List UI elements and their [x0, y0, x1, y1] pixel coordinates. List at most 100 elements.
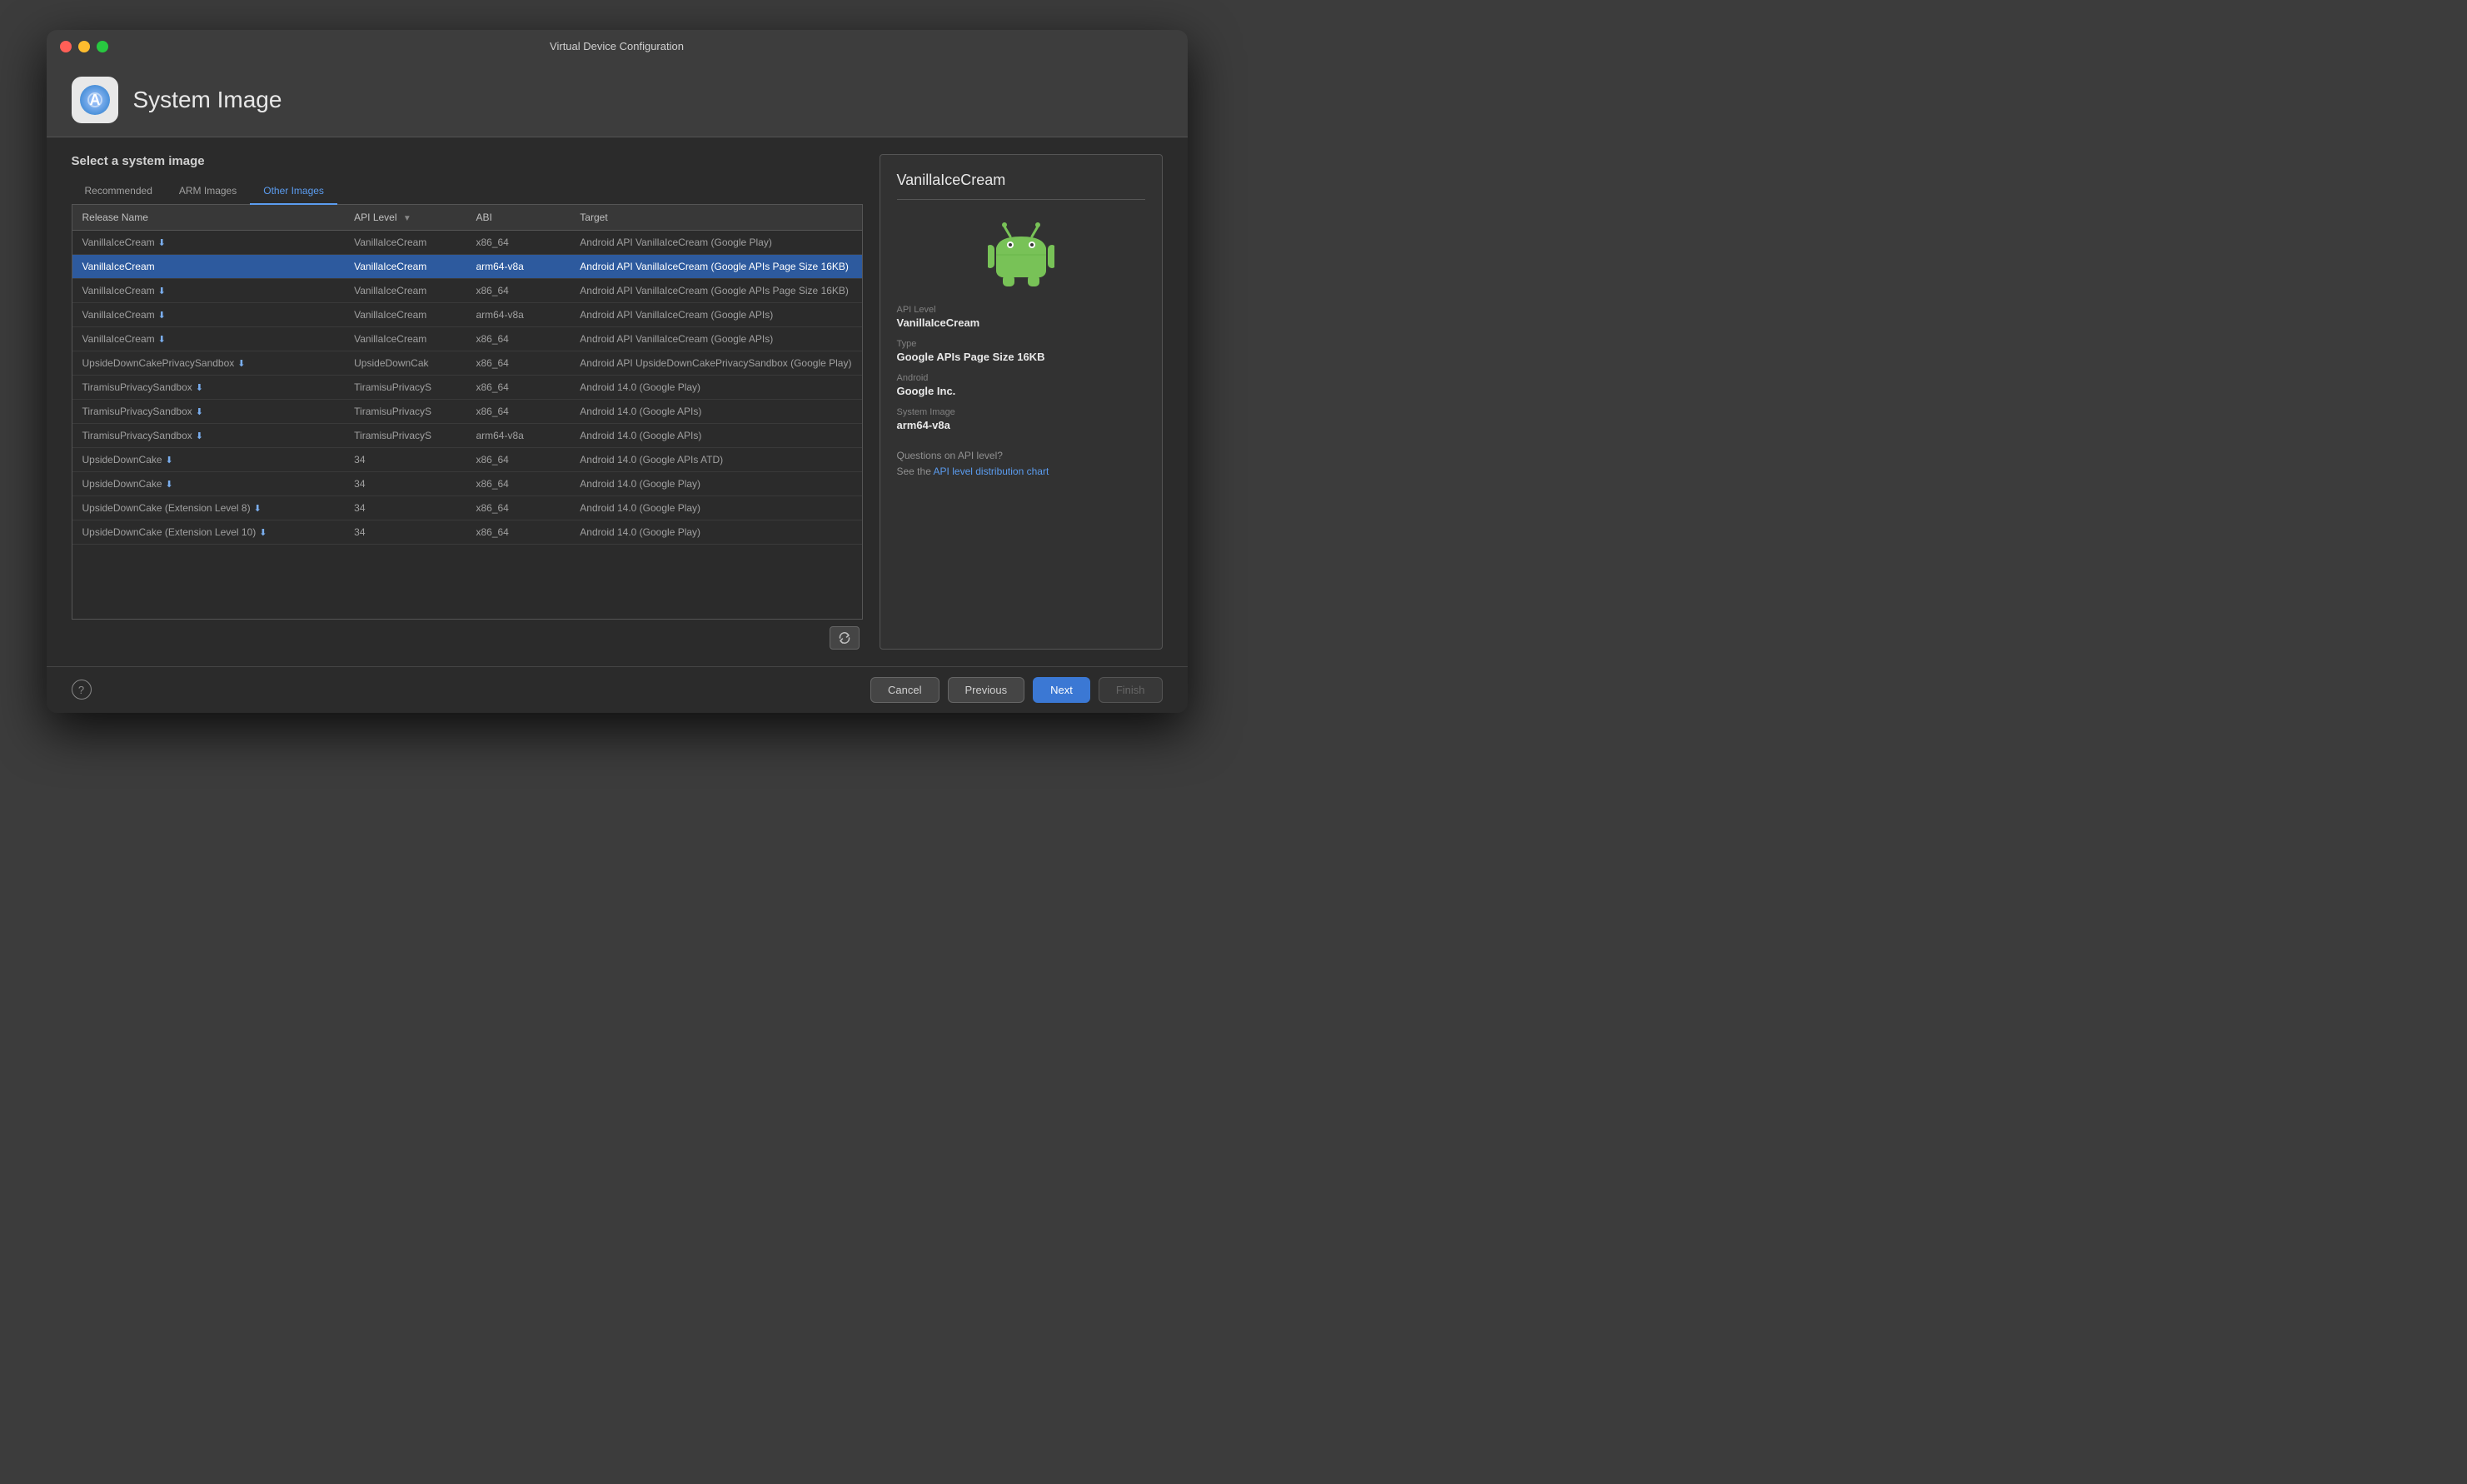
left-panel: Select a system image Recommended ARM Im… [72, 154, 863, 650]
table-header-row: Release Name API Level ▼ ABI Target [72, 205, 862, 231]
download-icon[interactable]: ⬇ [166, 455, 173, 466]
table-row[interactable]: VanillaIceCream ⬇VanillaIceCreamx86_64An… [72, 278, 862, 302]
section-title: Select a system image [72, 154, 863, 168]
api-level-value: VanillaIceCream [897, 316, 1145, 329]
cell-name: VanillaIceCream [72, 254, 345, 278]
cell-target: Android 14.0 (Google APIs) [570, 399, 861, 423]
cell-target: Android API VanillaIceCream (Google APIs… [570, 278, 861, 302]
android-label: Android [897, 373, 1145, 383]
cell-abi: x86_64 [466, 520, 570, 544]
refresh-button[interactable] [830, 626, 860, 650]
cell-target: Android 14.0 (Google Play) [570, 375, 861, 399]
close-button[interactable] [60, 41, 72, 52]
col-header-api[interactable]: API Level ▼ [344, 205, 466, 231]
table-row[interactable]: UpsideDownCakePrivacySandbox ⬇UpsideDown… [72, 351, 862, 375]
download-icon[interactable]: ⬇ [158, 237, 166, 248]
cell-abi: x86_64 [466, 399, 570, 423]
download-icon[interactable]: ⬇ [196, 382, 203, 393]
cell-api: VanillaIceCream [344, 278, 466, 302]
table-row[interactable]: UpsideDownCake (Extension Level 8) ⬇34x8… [72, 495, 862, 520]
refresh-icon [838, 631, 851, 645]
footer-buttons: Cancel Previous Next Finish [870, 677, 1162, 703]
table-row[interactable]: TiramisuPrivacySandbox ⬇TiramisuPrivacyS… [72, 375, 862, 399]
content-area: Select a system image Recommended ARM Im… [47, 137, 1188, 666]
previous-button[interactable]: Previous [948, 677, 1025, 703]
minimize-button[interactable] [78, 41, 90, 52]
api-distribution-link[interactable]: API level distribution chart [934, 466, 1049, 477]
table-row[interactable]: VanillaIceCream ⬇VanillaIceCreamarm64-v8… [72, 302, 862, 326]
cell-target: Android 14.0 (Google APIs ATD) [570, 447, 861, 471]
tab-other-images[interactable]: Other Images [250, 180, 337, 205]
api-see-text: See the [897, 466, 934, 477]
download-icon[interactable]: ⬇ [259, 527, 267, 538]
download-icon[interactable]: ⬇ [166, 479, 173, 490]
cell-api: 34 [344, 447, 466, 471]
app-icon: A [72, 77, 118, 123]
cell-abi: x86_64 [466, 351, 570, 375]
tab-bar: Recommended ARM Images Other Images [72, 180, 863, 205]
cell-target: Android 14.0 (Google APIs) [570, 423, 861, 447]
col-header-name[interactable]: Release Name [72, 205, 345, 231]
finish-button[interactable]: Finish [1099, 677, 1163, 703]
download-icon[interactable]: ⬇ [196, 406, 203, 417]
table-row[interactable]: TiramisuPrivacySandbox ⬇TiramisuPrivacyS… [72, 399, 862, 423]
cell-api: VanillaIceCream [344, 254, 466, 278]
table-row[interactable]: VanillaIceCream ⬇VanillaIceCreamx86_64An… [72, 230, 862, 254]
type-label: Type [897, 339, 1145, 349]
footer-left: ? [72, 680, 92, 700]
android-logo-svg [988, 213, 1054, 288]
download-icon[interactable]: ⬇ [254, 503, 262, 514]
download-icon[interactable]: ⬇ [237, 358, 245, 369]
cell-name: UpsideDownCake ⬇ [72, 471, 345, 495]
cell-abi: x86_64 [466, 326, 570, 351]
table-row[interactable]: UpsideDownCake (Extension Level 10) ⬇34x… [72, 520, 862, 544]
cell-name: UpsideDownCake ⬇ [72, 447, 345, 471]
window-controls [60, 41, 108, 52]
download-icon[interactable]: ⬇ [196, 431, 203, 441]
title-bar: Virtual Device Configuration [47, 30, 1188, 63]
cell-name: VanillaIceCream ⬇ [72, 278, 345, 302]
header: A System Image [47, 63, 1188, 137]
help-button[interactable]: ? [72, 680, 92, 700]
cell-name: TiramisuPrivacySandbox ⬇ [72, 375, 345, 399]
detail-card: VanillaIceCream [880, 154, 1163, 650]
detail-system-image: System Image arm64-v8a [897, 407, 1145, 431]
cell-target: Android API VanillaIceCream (Google APIs… [570, 326, 861, 351]
footer: ? Cancel Previous Next Finish [47, 666, 1188, 713]
download-icon[interactable]: ⬇ [158, 286, 166, 296]
cell-target: Android 14.0 (Google Play) [570, 520, 861, 544]
cell-abi: x86_64 [466, 230, 570, 254]
table-row[interactable]: TiramisuPrivacySandbox ⬇TiramisuPrivacyS… [72, 423, 862, 447]
table-body: VanillaIceCream ⬇VanillaIceCreamx86_64An… [72, 230, 862, 544]
next-button[interactable]: Next [1033, 677, 1090, 703]
cell-target: Android API VanillaIceCream (Google APIs… [570, 302, 861, 326]
cell-api: VanillaIceCream [344, 302, 466, 326]
cell-api: TiramisuPrivacyS [344, 399, 466, 423]
cell-api: VanillaIceCream [344, 326, 466, 351]
table-row[interactable]: UpsideDownCake ⬇34x86_64Android 14.0 (Go… [72, 471, 862, 495]
main-window: Virtual Device Configuration A System Im… [47, 30, 1188, 713]
download-icon[interactable]: ⬇ [158, 334, 166, 345]
maximize-button[interactable] [97, 41, 108, 52]
detail-type: Type Google APIs Page Size 16KB [897, 339, 1145, 363]
page-title: System Image [133, 87, 282, 113]
api-help-section: Questions on API level? See the API leve… [897, 448, 1145, 480]
table-row[interactable]: VanillaIceCreamVanillaIceCreamarm64-v8aA… [72, 254, 862, 278]
tab-arm-images[interactable]: ARM Images [166, 180, 250, 205]
cancel-button[interactable]: Cancel [870, 677, 939, 703]
table-row[interactable]: UpsideDownCake ⬇34x86_64Android 14.0 (Go… [72, 447, 862, 471]
tab-recommended[interactable]: Recommended [72, 180, 166, 205]
cell-api: 34 [344, 495, 466, 520]
download-icon[interactable]: ⬇ [158, 310, 166, 321]
cell-name: UpsideDownCake (Extension Level 8) ⬇ [72, 495, 345, 520]
cell-name: TiramisuPrivacySandbox ⬇ [72, 423, 345, 447]
type-value: Google APIs Page Size 16KB [897, 351, 1145, 363]
table-row[interactable]: VanillaIceCream ⬇VanillaIceCreamx86_64An… [72, 326, 862, 351]
system-image-table: Release Name API Level ▼ ABI Target [72, 205, 862, 545]
cell-target: Android 14.0 (Google Play) [570, 495, 861, 520]
android-logo [897, 213, 1145, 288]
refresh-row [72, 620, 863, 650]
detail-image-name: VanillaIceCream [897, 172, 1145, 200]
cell-api: TiramisuPrivacyS [344, 423, 466, 447]
detail-api-level: API Level VanillaIceCream [897, 305, 1145, 329]
